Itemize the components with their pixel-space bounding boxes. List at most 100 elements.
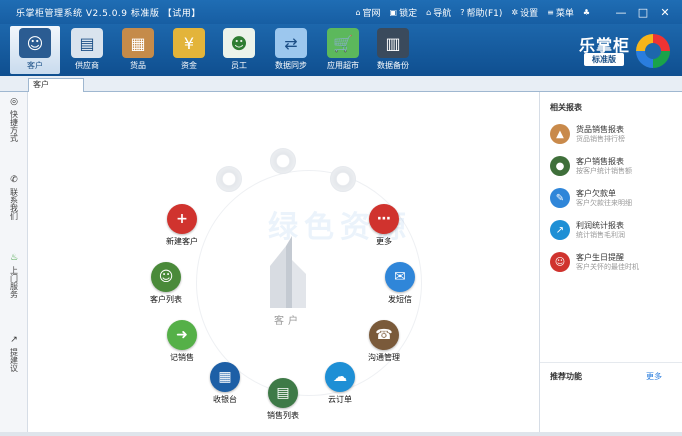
report-profit[interactable]: ↗ 利润统计报表 统计销售毛利润 <box>550 218 678 244</box>
report-desc: 客户关怀的最佳时机 <box>576 263 639 271</box>
node-label: 销售列表 <box>267 411 299 420</box>
title-bar: 乐掌柜管理系统 V2.5.0.9 标准版 【试用】 ⌂ 官网 ▣ 锁定 ⌂ 导航 ? 帮… <box>0 0 682 24</box>
toolbar-data-backup[interactable]: ▥ 数据备份 <box>368 26 418 74</box>
node-label: 更多 <box>376 237 392 246</box>
report-desc: 货品销售排行榜 <box>576 135 625 143</box>
node-label: 发短信 <box>388 295 412 304</box>
customer-icon: ☺ <box>19 28 51 58</box>
minimize-button[interactable]: — <box>612 4 630 20</box>
toolbar-customers[interactable]: ☺ 客户 <box>10 26 60 74</box>
home-icon: ⌂ <box>355 8 361 17</box>
send-sms-button[interactable]: ✉ 发短信 <box>368 262 432 305</box>
brand-logo <box>636 34 670 68</box>
placeholder-slot <box>270 148 296 174</box>
app-title: 乐掌柜管理系统 V2.5.0.9 标准版 【试用】 <box>16 9 201 19</box>
phone-icon: ✆ <box>10 175 18 185</box>
link-settings[interactable]: ✲ 设置 <box>511 6 538 19</box>
envelope-icon: ✉ <box>385 262 415 292</box>
toolbar-data-sync[interactable]: ⇄ 数据同步 <box>266 26 316 74</box>
link-website[interactable]: ⌂ 官网 <box>355 6 380 19</box>
node-label: 云订单 <box>328 395 352 404</box>
help-icon: ? <box>460 8 465 17</box>
add-user-icon: + <box>167 204 197 234</box>
goods-report-icon: ▲ <box>550 124 570 144</box>
sales-list-button[interactable]: ▤ 销售列表 <box>251 378 315 421</box>
hub-center-label: 客户 <box>274 316 302 327</box>
cashier-button[interactable]: ▦ 收银台 <box>193 362 257 405</box>
maximize-button[interactable]: □ <box>634 4 652 20</box>
related-reports-title: 相关报表 <box>550 103 582 112</box>
goods-icon: ▦ <box>122 28 154 58</box>
title-links: ⌂ 官网 ▣ 锁定 ⌂ 导航 ? 帮助(F1) ✲ 设置 ≡ 菜单 ♣ <box>355 6 590 19</box>
right-panel: 相关报表 ▲ 货品销售报表 货品销售排行榜 ● 客户销售报表 按客户统计销售额 … <box>539 92 682 432</box>
report-desc: 统计销售毛利润 <box>576 231 625 239</box>
toolbar-employees[interactable]: ☻ 员工 <box>214 26 264 74</box>
communication-button[interactable]: ☎ 沟通管理 <box>352 320 416 363</box>
bike-icon: ♨ <box>9 253 19 263</box>
node-label: 新建客户 <box>166 237 198 246</box>
sidebar-label: 联系我们 <box>9 188 19 220</box>
menu-icon: ≡ <box>547 8 554 17</box>
supplier-icon: ▤ <box>71 28 103 58</box>
toolbar-label: 供应商 <box>75 61 99 70</box>
brand-edition: 标准版 <box>584 53 624 66</box>
placeholder-slot <box>216 166 242 192</box>
node-label: 沟通管理 <box>368 353 400 362</box>
sidebar-label: 上门服务 <box>9 266 19 298</box>
window-bottom-edge <box>0 432 682 436</box>
shirt-icon: ♣ <box>582 8 590 17</box>
main-toolbar: ☺ 客户 ▤ 供应商 ▦ 货品 ¥ 资金 ☻ 员工 ⇄ 数据同步 🛒 应用超市 … <box>0 24 682 76</box>
more-button[interactable]: ⋯ 更多 <box>352 204 416 247</box>
record-sales-button[interactable]: ➜ 记销售 <box>150 320 214 363</box>
sidebar-item-feedback[interactable]: ↗ 提建议 <box>4 336 24 374</box>
link-skin[interactable]: ♣ <box>583 6 590 19</box>
toolbar-goods[interactable]: ▦ 货品 <box>113 26 163 74</box>
link-navigation[interactable]: ⌂ 导航 <box>426 6 451 19</box>
report-birthday-reminder[interactable]: ☺ 客户生日提醒 客户关怀的最佳时机 <box>550 250 678 276</box>
money-bag-icon: ¥ <box>173 28 205 58</box>
report-desc: 按客户统计销售额 <box>576 167 632 175</box>
sales-list-icon: ▤ <box>268 378 298 408</box>
toolbar-label: 客户 <box>27 61 43 70</box>
window-controls: — □ ✕ <box>612 4 674 20</box>
trend-icon: ↗ <box>10 335 18 345</box>
link-help[interactable]: ? 帮助(F1) <box>460 6 502 19</box>
sidebar-item-onsite[interactable]: ♨ 上门服务 <box>4 254 24 300</box>
link-menu[interactable]: ≡ 菜单 <box>547 6 574 19</box>
toolbar-funds[interactable]: ¥ 资金 <box>164 26 214 74</box>
toolbar-label: 货品 <box>130 61 146 70</box>
toolbar-app-market[interactable]: 🛒 应用超市 <box>318 26 368 74</box>
building-icon <box>270 236 306 308</box>
close-button[interactable]: ✕ <box>656 4 674 20</box>
node-label: 客户列表 <box>150 295 182 304</box>
placeholder-slot <box>330 166 356 192</box>
toolbar-label: 数据备份 <box>377 61 409 70</box>
customer-report-icon: ● <box>550 156 570 176</box>
toolbar-label: 员工 <box>231 61 247 70</box>
sidebar-item-shortcuts[interactable]: ◎ 快捷方式 <box>4 98 24 144</box>
recommended-more-link[interactable]: 更多 <box>646 371 662 382</box>
sidebar-item-contact[interactable]: ✆ 联系我们 <box>4 176 24 222</box>
customer-list-button[interactable]: ☺ 客户列表 <box>134 262 198 305</box>
left-sidebar: ◎ 快捷方式 ✆ 联系我们 ♨ 上门服务 ↗ 提建议 <box>0 92 28 436</box>
toolbar-label: 资金 <box>181 61 197 70</box>
cloud-order-button[interactable]: ☁ 云订单 <box>308 362 372 405</box>
home-icon: ⌂ <box>426 8 432 17</box>
toolbar-suppliers[interactable]: ▤ 供应商 <box>62 26 112 74</box>
refresh-icon: ◎ <box>10 97 18 107</box>
sync-icon: ⇄ <box>275 28 307 58</box>
report-customer-sales[interactable]: ● 客户销售报表 按客户统计销售额 <box>550 154 678 180</box>
recommended-section: 推荐功能 更多 <box>540 362 682 382</box>
people-icon: ☺ <box>151 262 181 292</box>
backup-icon: ▥ <box>377 28 409 58</box>
debt-report-icon: ✎ <box>550 188 570 208</box>
new-customer-button[interactable]: + 新建客户 <box>150 204 214 247</box>
toolbar-label: 数据同步 <box>275 61 307 70</box>
sidebar-label: 提建议 <box>9 348 19 372</box>
report-goods-sales[interactable]: ▲ 货品销售报表 货品销售排行榜 <box>550 122 678 148</box>
link-lock[interactable]: ▣ 锁定 <box>390 6 418 19</box>
customer-hub: 绿色资源 客户 + 新建客户 ☺ 客户列表 ➜ 记销售 ▦ 收银台 ▤ 销售列表… <box>28 92 539 432</box>
tab-customers[interactable]: 客户 <box>28 78 84 92</box>
cart-icon: 🛒 <box>327 28 359 58</box>
report-customer-debt[interactable]: ✎ 客户欠款单 客户欠款往来明细 <box>550 186 678 212</box>
